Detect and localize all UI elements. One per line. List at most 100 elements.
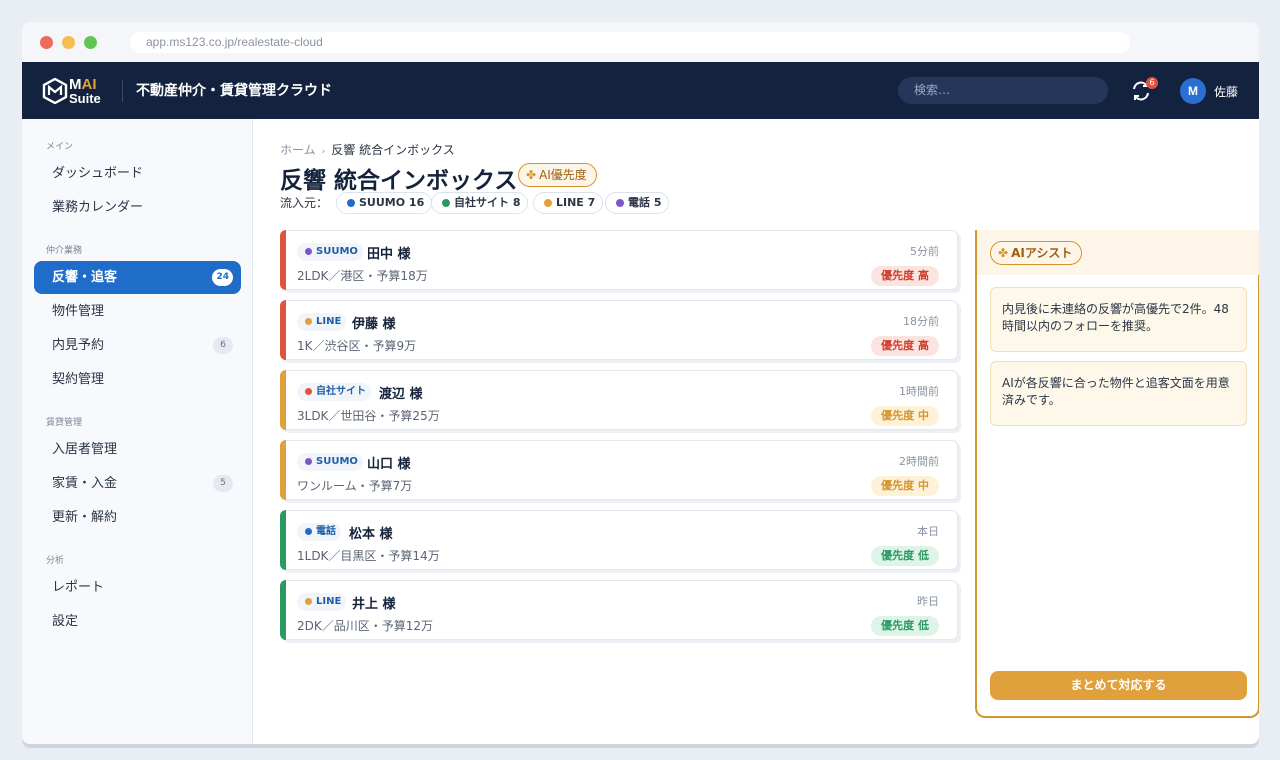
sidebar-item-rent-payments[interactable]: 家賃・入金 5	[34, 467, 241, 500]
sidebar-item-contracts[interactable]: 契約管理	[34, 363, 241, 396]
priority-badge: 優先度 中	[871, 476, 939, 496]
ai-suggestion: AIが各反響に合った物件と追客文面を用意済みです。	[990, 361, 1247, 426]
source-dot-icon	[347, 199, 355, 207]
sidebar-item-label: 契約管理	[52, 372, 105, 387]
maximize-window-button[interactable]	[84, 36, 97, 49]
inquiry-details: 3LDK／世田谷・予算25万	[297, 409, 440, 423]
sidebar-item-properties[interactable]: 物件管理	[34, 295, 241, 328]
customer-name: 松本 様	[349, 527, 393, 542]
source-chip-label: 電話 5	[628, 196, 662, 209]
source-tag: LINE	[297, 313, 347, 331]
source-chip[interactable]: 電話 5	[605, 192, 670, 214]
inquiry-card[interactable]: SUUMO 山口 様 ワンルーム・予算7万 2時間前 優先度 中	[280, 440, 958, 500]
sidebar-item-settings[interactable]: 設定	[34, 605, 241, 638]
sidebar: メイン ダッシュボード 業務カレンダー 仲介業務 反響・追客 24 物件管理 内見…	[22, 119, 253, 744]
source-chip[interactable]: LINE 7	[533, 192, 604, 214]
breadcrumb-current: 反響 統合インボックス	[331, 143, 455, 157]
inquiry-time: 1時間前	[899, 385, 939, 398]
ai-assist-header: ✤ AIアシスト	[977, 230, 1259, 275]
inquiry-card[interactable]: 電話 松本 様 1LDK／目黒区・予算14万 本日 優先度 低	[280, 510, 958, 570]
sidebar-item-label: レポート	[52, 580, 105, 595]
app-header: MAI Suite 不動産仲介・賃貸管理クラウド 6 M 佐藤	[22, 62, 1259, 119]
source-tag: SUUMO	[297, 453, 363, 471]
sidebar-item-viewings[interactable]: 内見予約 6	[34, 329, 241, 362]
inquiry-details: 1K／渋谷区・予算9万	[297, 339, 417, 353]
source-chip[interactable]: SUUMO 16	[336, 192, 433, 214]
sidebar-item-tenants[interactable]: 入居者管理	[34, 433, 241, 466]
bulk-respond-button[interactable]: まとめて対応する	[990, 671, 1247, 700]
sparkle-icon: ✤	[526, 168, 537, 182]
source-dot-icon	[305, 528, 312, 535]
sidebar-section-main: メイン	[46, 142, 74, 152]
source-tag-label: SUUMO	[316, 456, 358, 467]
ai-priority-badge: ✤ AI優先度	[518, 163, 597, 187]
sidebar-item-label: ダッシュボード	[52, 166, 144, 181]
inquiry-details: 2LDK／港区・予算18万	[297, 269, 428, 283]
inquiry-card[interactable]: 自社サイト 渡辺 様 3LDK／世田谷・予算25万 1時間前 優先度 中	[280, 370, 958, 430]
source-tag: 自社サイト	[297, 383, 371, 401]
sidebar-item-dashboard[interactable]: ダッシュボード	[34, 157, 241, 190]
priority-bar	[280, 300, 286, 360]
sidebar-item-reports[interactable]: レポート	[34, 571, 241, 604]
ai-priority-label: AI優先度	[539, 168, 587, 182]
source-dot-icon	[305, 318, 312, 325]
source-tag-label: SUUMO	[316, 246, 358, 257]
count-badge: 5	[213, 475, 233, 492]
sidebar-item-inquiries[interactable]: 反響・追客 24	[34, 261, 241, 294]
main-content: ホーム › 反響 統合インボックス 反響 統合インボックス ✤ AI優先度 流入元： …	[254, 119, 1259, 744]
priority-badge: 優先度 低	[871, 546, 939, 566]
sidebar-item-label: 反響・追客	[52, 270, 118, 285]
sidebar-item-renewals[interactable]: 更新・解約	[34, 501, 241, 534]
source-tag-label: LINE	[316, 316, 342, 327]
sparkle-icon: ✤	[998, 246, 1009, 260]
minimize-window-button[interactable]	[62, 36, 75, 49]
breadcrumb: ホーム › 反響 統合インボックス	[280, 141, 455, 158]
source-chip-label: LINE 7	[556, 196, 596, 209]
inquiry-card[interactable]: SUUMO 田中 様 2LDK／港区・予算18万 5分前 優先度 高	[280, 230, 958, 290]
sidebar-section-rental: 賃貸管理	[46, 418, 83, 428]
app-title: 不動産仲介・賃貸管理クラウド	[136, 83, 332, 99]
sidebar-item-label: 物件管理	[52, 304, 105, 319]
inquiry-card[interactable]: LINE 井上 様 2DK／品川区・予算12万 昨日 優先度 低	[280, 580, 958, 640]
sidebar-item-label: 家賃・入金	[52, 476, 118, 491]
customer-name: 伊藤 様	[352, 317, 396, 332]
address-bar[interactable]: app.ms123.co.jp/realestate-cloud	[130, 32, 1130, 53]
source-dot-icon	[544, 199, 552, 207]
priority-bar	[280, 230, 286, 290]
sidebar-item-calendar[interactable]: 業務カレンダー	[34, 191, 241, 224]
inquiry-card[interactable]: LINE 伊藤 様 1K／渋谷区・予算9万 18分前 優先度 高	[280, 300, 958, 360]
source-dot-icon	[305, 458, 312, 465]
source-dot-icon	[305, 388, 312, 395]
avatar[interactable]: M	[1180, 78, 1206, 104]
sources-label: 流入元：	[280, 196, 329, 210]
priority-badge: 優先度 中	[871, 406, 939, 426]
source-chip[interactable]: 自社サイト 8	[431, 192, 529, 214]
source-tag-label: 電話	[316, 526, 336, 537]
source-dot-icon	[305, 598, 312, 605]
priority-bar	[280, 510, 286, 570]
source-chip-label: 自社サイト 8	[454, 196, 521, 209]
breadcrumb-home[interactable]: ホーム	[280, 143, 316, 157]
source-chip-label: SUUMO 16	[359, 196, 425, 209]
source-tag: SUUMO	[297, 243, 363, 261]
header-divider	[122, 80, 123, 102]
source-tag-label: LINE	[316, 596, 342, 607]
priority-badge: 優先度 低	[871, 616, 939, 636]
ai-assist-panel: ✤ AIアシスト 内見後に未連絡の反響が高優先で2件。48時間以内のフォローを推奨…	[975, 230, 1259, 718]
sidebar-item-label: 内見予約	[52, 338, 105, 353]
count-badge: 6	[213, 337, 233, 354]
priority-bar	[280, 580, 286, 640]
close-window-button[interactable]	[40, 36, 53, 49]
inquiry-details: ワンルーム・予算7万	[297, 479, 413, 493]
user-name[interactable]: 佐藤	[1214, 83, 1238, 100]
logo-suite: Suite	[69, 91, 101, 106]
customer-name: 渡辺 様	[379, 387, 423, 402]
inquiry-time: 2時間前	[899, 455, 939, 468]
logo[interactable]: MAI Suite	[42, 76, 106, 106]
priority-badge: 優先度 高	[871, 336, 939, 356]
browser-titlebar: app.ms123.co.jp/realestate-cloud	[22, 22, 1259, 62]
source-tag: LINE	[297, 593, 347, 611]
source-tag-label: 自社サイト	[316, 386, 366, 397]
customer-name: 山口 様	[367, 457, 411, 472]
search-input[interactable]	[898, 77, 1108, 104]
